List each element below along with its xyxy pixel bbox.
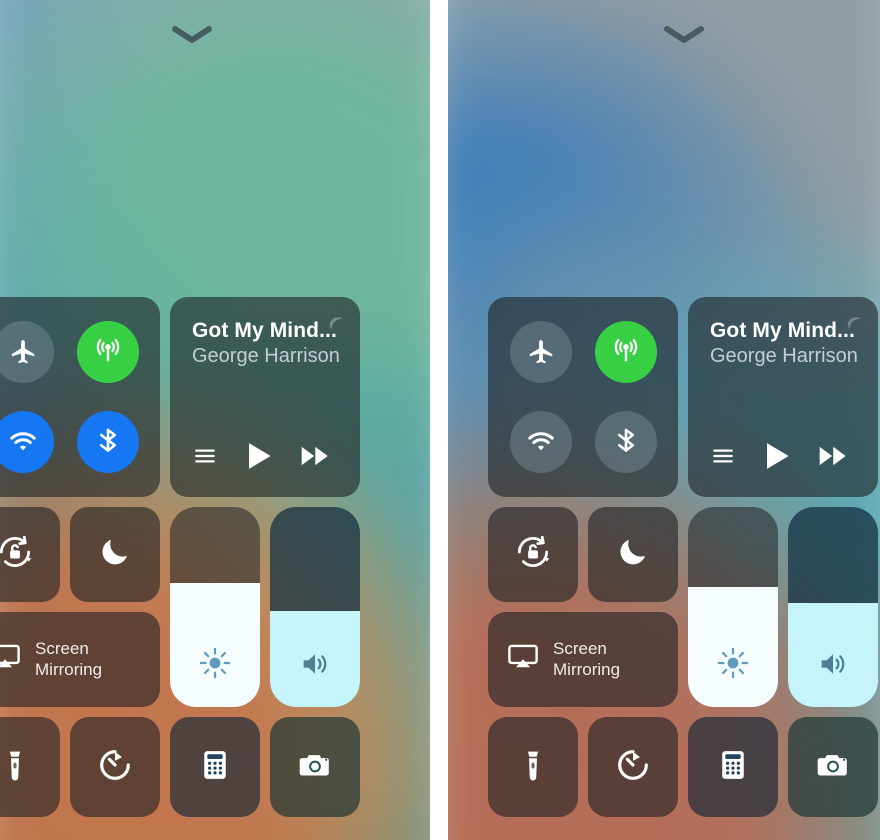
bluetooth-button[interactable] [594,411,657,473]
moon-icon [615,534,651,575]
wifi-icon [7,426,39,458]
speaker-icon [788,647,878,681]
list-icon[interactable] [192,443,218,474]
brightness-slider[interactable] [688,507,778,707]
now-playing-title: Got My Mind... [192,319,337,342]
connectivity-module[interactable] [0,297,160,497]
screen-mirroring-label: Screen Mirroring [553,639,621,679]
cellular-data-button[interactable] [594,321,657,383]
calculator-button[interactable] [170,717,260,817]
now-playing-artist: George Harrison [710,345,858,368]
list-icon[interactable] [710,443,736,474]
play-icon[interactable] [240,438,276,479]
airplane-icon [526,337,556,367]
airplay-audio-icon[interactable] [324,309,346,336]
control-center-panel-right: Got My Mind... George Harrison Screen Mi… [448,0,880,840]
airplane-icon [8,337,38,367]
do-not-disturb-button[interactable] [70,507,160,602]
camera-icon [815,747,851,788]
volume-slider[interactable] [788,507,878,707]
fast-forward-icon[interactable] [816,439,850,478]
do-not-disturb-button[interactable] [588,507,678,602]
timer-button[interactable] [70,717,160,817]
calculator-button[interactable] [688,717,778,817]
wifi-button[interactable] [0,411,54,473]
camera-icon [297,747,333,788]
brightness-icon [170,645,260,681]
wifi-button[interactable] [509,411,572,473]
now-playing-artist: George Harrison [192,345,340,368]
panel-divider [430,0,448,840]
camera-button[interactable] [270,717,360,817]
cellular-icon [92,336,124,368]
airplay-screen-icon [0,640,22,679]
play-icon[interactable] [758,438,794,479]
bluetooth-icon [611,427,641,457]
cellular-icon [610,336,642,368]
flashlight-button[interactable] [0,717,60,817]
rotation-lock-button[interactable] [488,507,578,602]
brightness-icon [688,645,778,681]
connectivity-module[interactable] [488,297,678,497]
chevron-down-icon[interactable] [170,24,214,46]
speaker-icon [270,647,360,681]
brightness-slider[interactable] [170,507,260,707]
now-playing-module[interactable]: Got My Mind... George Harrison [688,297,878,497]
screen-mirroring-label: Screen Mirroring [35,639,103,679]
fast-forward-icon[interactable] [298,439,332,478]
bluetooth-icon [93,427,123,457]
airplane-mode-button[interactable] [509,321,572,383]
chevron-down-icon[interactable] [662,24,706,46]
camera-button[interactable] [788,717,878,817]
control-center-grid: Got My Mind... George Harrison Screen Mi… [0,297,390,817]
calculator-icon [716,748,750,787]
screen-mirroring-button[interactable]: Screen Mirroring [488,612,678,707]
playback-controls [710,438,858,479]
now-playing-title: Got My Mind... [710,319,855,342]
rotation-lock-icon [0,531,36,578]
moon-icon [97,534,133,575]
playback-controls [192,438,340,479]
screen-mirroring-button[interactable]: Screen Mirroring [0,612,160,707]
flashlight-button[interactable] [488,717,578,817]
now-playing-module[interactable]: Got My Mind... George Harrison [170,297,360,497]
rotation-lock-button[interactable] [0,507,60,602]
rotation-lock-icon [512,531,554,578]
timer-icon [96,746,134,789]
airplay-audio-icon[interactable] [842,309,864,336]
bluetooth-button[interactable] [76,411,139,473]
calculator-icon [198,748,232,787]
flashlight-icon [0,748,32,787]
volume-slider[interactable] [270,507,360,707]
flashlight-icon [516,748,550,787]
wifi-icon [525,426,557,458]
timer-icon [614,746,652,789]
cellular-data-button[interactable] [76,321,139,383]
control-center-grid: Got My Mind... George Harrison Screen Mi… [488,297,880,817]
timer-button[interactable] [588,717,678,817]
control-center-panel-left: Got My Mind... George Harrison Screen Mi… [0,0,430,840]
dual-panel-screenshot: Got My Mind... George Harrison Screen Mi… [0,0,880,840]
airplane-mode-button[interactable] [0,321,54,383]
airplay-screen-icon [506,640,540,679]
